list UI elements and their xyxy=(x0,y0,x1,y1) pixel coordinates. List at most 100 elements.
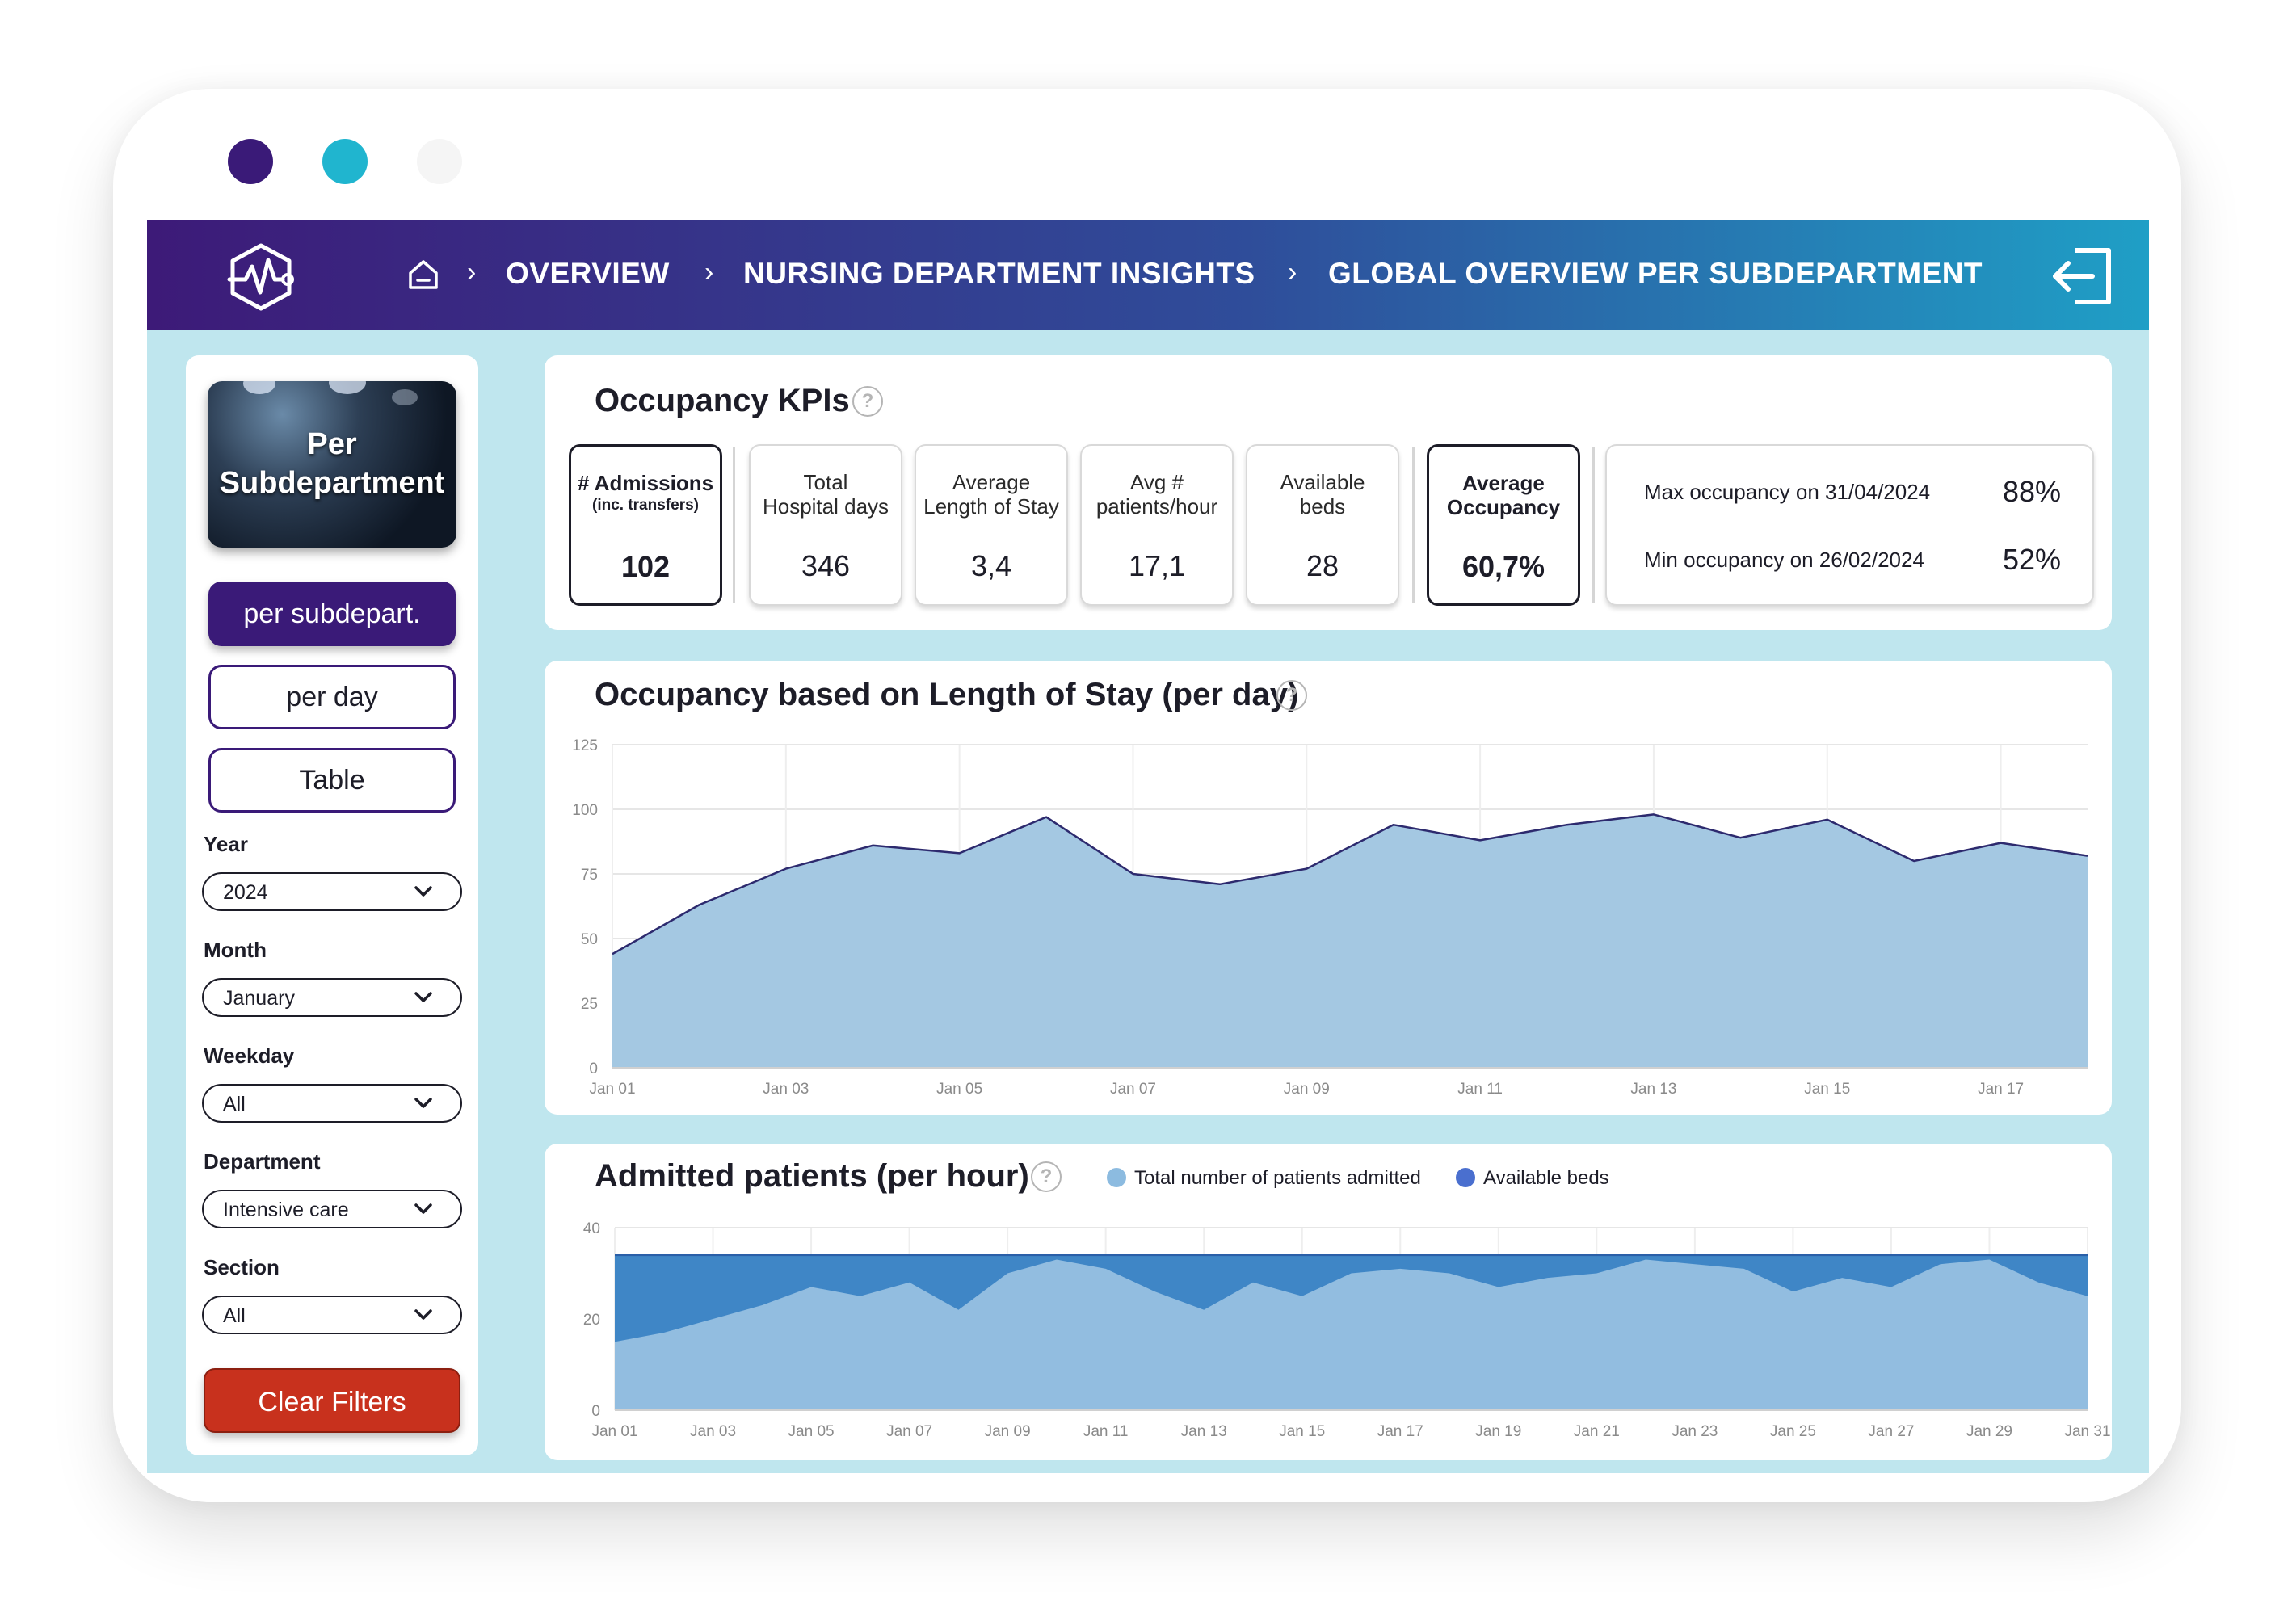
month-select[interactable]: January xyxy=(202,978,462,1017)
kpi-hospital-days-label2: Hospital days xyxy=(762,494,889,519)
x-tick-label: Jan 15 xyxy=(1804,1081,1850,1098)
y-tick-label: 75 xyxy=(581,867,598,884)
admitted-patients-area-chart: 0 20 40 Jan 01 Jan 03 Jan 05 Jan 07 Jan 09 Jan 1… xyxy=(583,1220,2111,1440)
chevron-down-icon xyxy=(414,886,432,897)
x-tick-label: Jan 11 xyxy=(1457,1081,1503,1098)
breadcrumb-nursing-insights[interactable]: NURSING DEPARTMENT INSIGHTS xyxy=(743,257,1255,291)
min-occupancy-value: 52% xyxy=(2003,543,2062,576)
max-occupancy-value: 88% xyxy=(2003,475,2062,508)
admitted-patients-chart-panel: Admitted patients (per hour) ? Total num… xyxy=(545,1144,2112,1460)
weekday-select-value: All xyxy=(223,1093,246,1115)
window-dot-light xyxy=(417,139,462,184)
occupancy-extremes-card: Max occupancy on 31/04/2024 88% Min occu… xyxy=(1605,444,2094,606)
x-tick-label: Jan 17 xyxy=(1377,1423,1423,1440)
weekday-select[interactable]: All xyxy=(202,1084,462,1123)
x-tick-label: Jan 01 xyxy=(589,1081,635,1098)
view-table-button[interactable]: Table xyxy=(208,748,456,813)
kpi-divider xyxy=(1412,447,1415,603)
department-select-value: Intensive care xyxy=(223,1199,349,1221)
top-navigation-bar: › OVERVIEW › NURSING DEPARTMENT INSIGHTS… xyxy=(147,220,2149,330)
x-tick-label: Jan 03 xyxy=(763,1081,809,1098)
x-tick-label: Jan 19 xyxy=(1475,1423,1521,1440)
month-filter-label: Month xyxy=(204,938,267,962)
chevron-down-icon xyxy=(414,1203,432,1214)
kpi-available-beds-label1: Available xyxy=(1280,470,1365,494)
y-tick-label: 50 xyxy=(581,931,598,948)
section-select-value: All xyxy=(223,1304,246,1327)
y-tick-label: 40 xyxy=(583,1220,600,1237)
kpi-avg-occupancy-label2: Occupancy xyxy=(1446,495,1561,519)
occupancy-los-area-chart: 0 25 50 75 100 125 Jan 01 Jan 03 Jan 05 Jan 07 Jan… xyxy=(572,737,2088,1098)
kpi-admissions-value: 102 xyxy=(620,550,671,583)
area-series-0 xyxy=(612,814,2088,1068)
home-icon[interactable] xyxy=(407,258,439,291)
min-occupancy-label: Min occupancy on 26/02/2024 xyxy=(1644,548,1924,572)
max-occupancy-label: Max occupancy on 31/04/2024 xyxy=(1644,480,1931,504)
chevron-down-icon xyxy=(414,1309,432,1320)
weekday-filter-label: Weekday xyxy=(204,1044,295,1068)
section-select[interactable]: All xyxy=(202,1296,462,1334)
x-tick-label: Jan 17 xyxy=(1978,1081,2024,1098)
kpi-avg-patients-label2: patients/hour xyxy=(1095,494,1218,519)
x-tick-label: Jan 13 xyxy=(1181,1423,1227,1440)
department-filter-label: Department xyxy=(204,1149,321,1174)
kpi-avg-patients-value: 17,1 xyxy=(1128,549,1186,582)
y-tick-label: 0 xyxy=(591,1403,600,1420)
occupancy-los-chart-panel: Occupancy based on Length of Stay (per d… xyxy=(545,661,2112,1115)
chevron-down-icon xyxy=(414,992,432,1002)
view-per-subdepartment-button[interactable]: per subdepart. xyxy=(208,582,456,646)
kpi-admissions-label: # Admissions xyxy=(577,471,714,495)
year-filter-label: Year xyxy=(204,832,248,856)
y-tick-label: 25 xyxy=(581,996,598,1013)
kpi-avg-patients-hour-card: Avg # patients/hour 17,1 xyxy=(1080,444,1234,606)
kpi-divider xyxy=(733,447,735,603)
year-select-value: 2024 xyxy=(223,881,268,904)
kpi-available-beds-value: 28 xyxy=(1306,549,1339,582)
breadcrumb-separator: › xyxy=(704,257,714,288)
breadcrumb-global-overview[interactable]: GLOBAL OVERVIEW PER SUBDEPARTMENT xyxy=(1328,257,1983,291)
logout-icon[interactable] xyxy=(2050,246,2115,307)
x-tick-label: Jan 09 xyxy=(985,1423,1031,1440)
help-icon[interactable]: ? xyxy=(852,386,883,417)
occupancy-kpis-panel: Occupancy KPIs ? # Admissions (inc. tran… xyxy=(545,355,2112,630)
kpi-avg-los-value: 3,4 xyxy=(970,549,1012,582)
filter-sidebar: Per Subdepartment per subdepart. per day… xyxy=(186,355,478,1455)
kpi-avg-occupancy-label1: Average xyxy=(1462,471,1545,495)
clear-filters-button[interactable]: Clear Filters xyxy=(204,1368,460,1433)
breadcrumb-overview[interactable]: OVERVIEW xyxy=(506,257,670,291)
kpi-avg-occupancy-card: Average Occupancy 60,7% xyxy=(1427,444,1580,606)
kpi-avg-los-label1: Average xyxy=(952,470,1031,494)
kpi-hospital-days-label1: Total xyxy=(803,470,848,494)
kpi-available-beds-card: Available beds 28 xyxy=(1246,444,1399,606)
subdepartment-hero-image: Per Subdepartment xyxy=(208,381,456,548)
heart-pulse-hexagon-icon[interactable] xyxy=(226,242,296,312)
section-filter-label: Section xyxy=(204,1255,280,1279)
x-tick-label: Jan 11 xyxy=(1083,1423,1129,1440)
x-tick-label: Jan 29 xyxy=(1966,1423,2012,1440)
x-tick-label: Jan 05 xyxy=(936,1081,982,1098)
breadcrumb-separator: › xyxy=(467,257,477,288)
x-tick-label: Jan 13 xyxy=(1630,1081,1676,1098)
kpi-admissions-card: # Admissions (inc. transfers) 102 xyxy=(569,444,722,606)
x-tick-label: Jan 07 xyxy=(886,1423,932,1440)
x-tick-label: Jan 09 xyxy=(1284,1081,1330,1098)
dashboard-app: › OVERVIEW › NURSING DEPARTMENT INSIGHTS… xyxy=(147,220,2149,1473)
y-tick-label: 0 xyxy=(589,1060,598,1077)
department-select[interactable]: Intensive care xyxy=(202,1190,462,1228)
x-tick-label: Jan 05 xyxy=(788,1423,835,1440)
window-dot-teal xyxy=(322,139,368,184)
year-select[interactable]: 2024 xyxy=(202,872,462,911)
kpi-hospital-days-value: 346 xyxy=(801,549,851,582)
month-select-value: January xyxy=(223,987,295,1010)
kpi-avg-occupancy-value: 60,7% xyxy=(1461,550,1545,583)
kpi-avg-length-of-stay-card: Average Length of Stay 3,4 xyxy=(915,444,1068,606)
kpi-hospital-days-card: Total Hospital days 346 xyxy=(749,444,902,606)
y-tick-label: 125 xyxy=(572,737,598,754)
kpi-admissions-sublabel: (inc. transfers) xyxy=(592,497,699,514)
kpi-divider xyxy=(1592,447,1595,603)
view-per-day-button[interactable]: per day xyxy=(208,665,456,729)
breadcrumb-separator: › xyxy=(1288,257,1297,288)
x-tick-label: Jan 21 xyxy=(1574,1423,1620,1440)
x-tick-label: Jan 25 xyxy=(1770,1423,1816,1440)
hero-title-line1: Per xyxy=(307,427,357,461)
